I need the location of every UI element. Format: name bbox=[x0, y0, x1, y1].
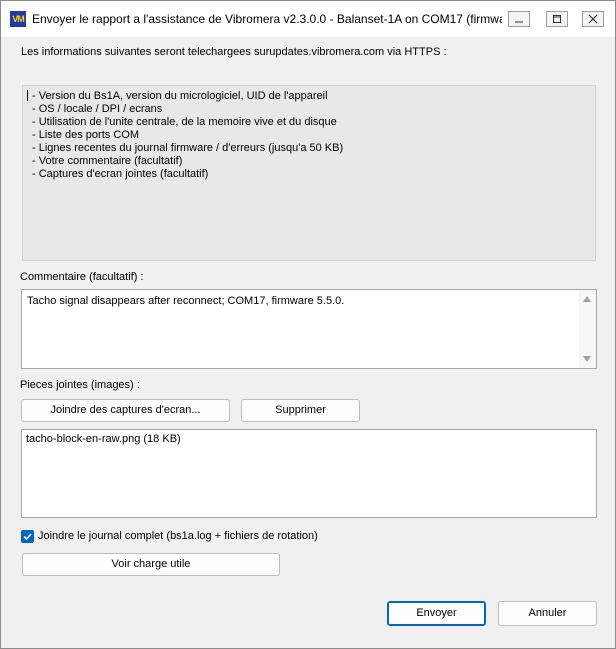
info-item: - Utilisation de l'unite centrale, de la… bbox=[32, 116, 337, 128]
text-caret bbox=[27, 90, 28, 101]
info-item: - Version du Bs1A, version du micrologic… bbox=[32, 90, 328, 102]
window-title: Envoyer le rapport a l'assistance de Vib… bbox=[32, 12, 502, 26]
attachments-label: Pieces jointes (images) : bbox=[20, 379, 140, 391]
info-list: - Version du Bs1A, version du micrologic… bbox=[23, 86, 595, 181]
checkmark-icon bbox=[23, 533, 32, 541]
cancel-button[interactable]: Annuler bbox=[498, 601, 597, 626]
send-button[interactable]: Envoyer bbox=[387, 601, 486, 626]
scroll-down-icon[interactable] bbox=[583, 356, 591, 362]
report-dialog: VM Envoyer le rapport a l'assistance de … bbox=[0, 0, 616, 649]
close-icon bbox=[588, 14, 598, 24]
add-screenshots-button[interactable]: Joindre des captures d'ecran... bbox=[21, 399, 230, 422]
intro-text: Les informations suivantes seront telech… bbox=[21, 46, 447, 58]
attachment-item[interactable]: tacho-block-en-raw.png (18 KB) bbox=[26, 433, 181, 445]
preview-payload-button[interactable]: Voir charge utile bbox=[22, 553, 280, 576]
minimize-button[interactable] bbox=[508, 11, 530, 27]
maximize-button[interactable] bbox=[546, 11, 568, 27]
comment-value: Tacho signal disappears after reconnect;… bbox=[27, 295, 345, 307]
info-list-box[interactable]: - Version du Bs1A, version du micrologic… bbox=[22, 85, 596, 261]
remove-attachment-button[interactable]: Supprimer bbox=[241, 399, 360, 422]
minimize-icon bbox=[515, 21, 523, 23]
app-logo-icon: VM bbox=[10, 11, 26, 27]
comment-label: Commentaire (facultatif) : bbox=[20, 271, 144, 283]
info-item: - OS / locale / DPI / ecrans bbox=[32, 103, 163, 115]
full-log-label[interactable]: Joindre le journal complet (bs1a.log + f… bbox=[38, 530, 318, 542]
comment-scrollbar[interactable] bbox=[579, 290, 596, 368]
attachments-list[interactable]: tacho-block-en-raw.png (18 KB) bbox=[21, 429, 597, 518]
info-item: - Captures d'ecran jointes (facultatif) bbox=[32, 168, 209, 180]
maximize-icon bbox=[553, 15, 561, 23]
title-bar[interactable]: VM Envoyer le rapport a l'assistance de … bbox=[1, 1, 615, 37]
info-item: - Votre commentaire (facultatif) bbox=[32, 155, 183, 167]
info-item: - Lignes recentes du journal firmware / … bbox=[32, 142, 344, 154]
full-log-checkbox[interactable] bbox=[21, 530, 34, 543]
scroll-up-icon[interactable] bbox=[583, 296, 591, 302]
close-button[interactable] bbox=[582, 11, 604, 27]
comment-textarea[interactable]: Tacho signal disappears after reconnect;… bbox=[21, 289, 597, 369]
info-item: - Liste des ports COM bbox=[32, 129, 139, 141]
